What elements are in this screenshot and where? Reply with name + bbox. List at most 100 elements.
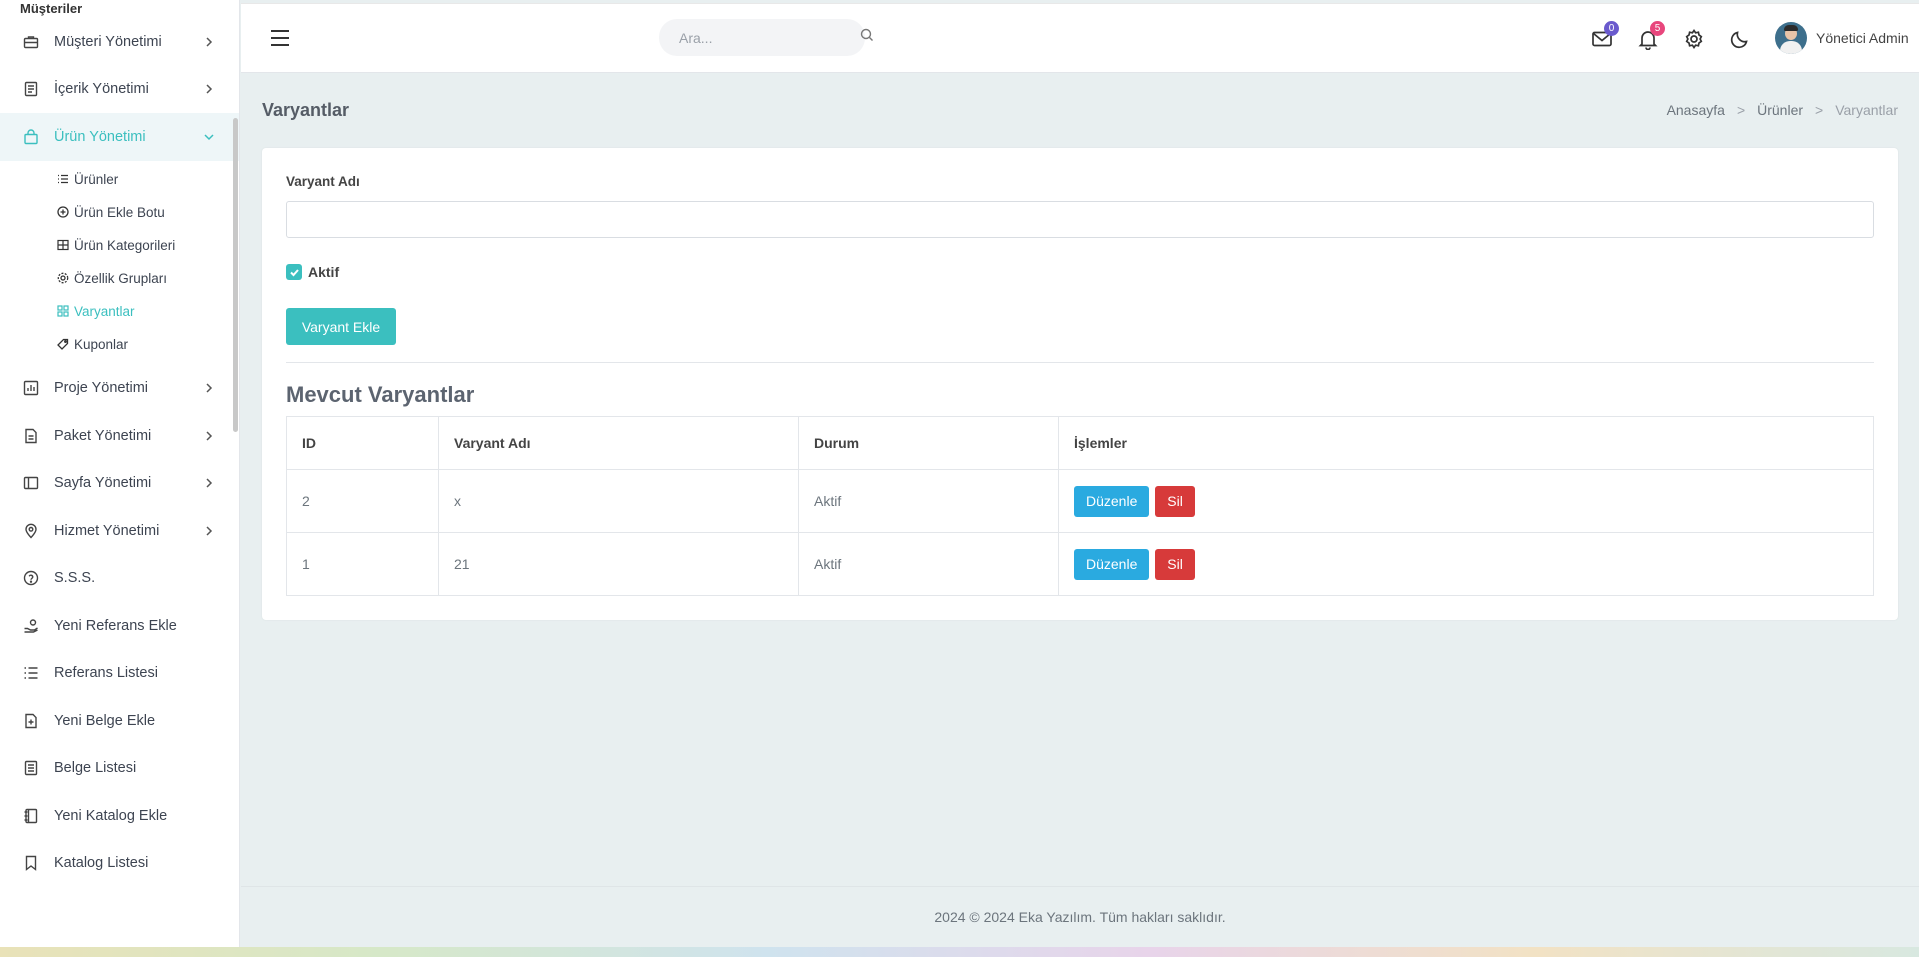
settings-button[interactable] xyxy=(1683,28,1705,50)
active-checkbox-row[interactable]: Aktif xyxy=(286,264,339,280)
cell-actions: Düzenle Sil xyxy=(1058,469,1874,533)
submenu-item-label: Ürün Ekle Botu xyxy=(74,204,165,220)
edit-button[interactable]: Düzenle xyxy=(1074,548,1150,580)
column-header-status: Durum xyxy=(798,416,1059,470)
document-icon xyxy=(22,80,40,98)
variant-card: Varyant Adı Aktif Varyant Ekle Mevcut Va… xyxy=(262,148,1898,620)
tag-icon xyxy=(56,337,70,351)
file-text-icon xyxy=(22,759,40,777)
file-icon xyxy=(22,427,40,445)
footer-copyright: 2024 © 2024 Eka Yazılım. Tüm hakları sak… xyxy=(934,909,1226,925)
submenu-item-ozellik-gruplari[interactable]: Özellik Grupları xyxy=(0,262,239,295)
sidebar-item-label: Ürün Yönetimi xyxy=(54,128,146,145)
location-pin-icon xyxy=(22,522,40,540)
chevron-right-icon xyxy=(203,430,215,442)
cell-variant-name: x xyxy=(438,469,799,533)
cell-status: Aktif xyxy=(798,532,1059,596)
edit-button[interactable]: Düzenle xyxy=(1074,485,1150,517)
submenu-item-kuponlar[interactable]: Kuponlar xyxy=(0,328,239,361)
add-variant-button[interactable]: Varyant Ekle xyxy=(286,308,396,345)
mail-icon xyxy=(1591,31,1613,54)
moon-icon xyxy=(1729,31,1751,54)
variant-name-label: Varyant Adı xyxy=(286,174,360,189)
breadcrumb-current: Varyantlar xyxy=(1835,102,1898,118)
cell-variant-name: 21 xyxy=(438,532,799,596)
column-header-variant-name: Varyant Adı xyxy=(438,416,799,470)
sidebar-item-referans-listesi[interactable]: Referans Listesi xyxy=(0,650,239,698)
chart-icon xyxy=(22,379,40,397)
table-header-row: ID Varyant Adı Durum İşlemler xyxy=(286,416,1874,470)
file-plus-icon xyxy=(22,712,40,730)
breadcrumb-home[interactable]: Anasayfa xyxy=(1667,102,1725,118)
delete-button[interactable]: Sil xyxy=(1155,485,1195,517)
submenu-item-label: Ürün Kategorileri xyxy=(74,237,176,253)
taskbar-strip xyxy=(0,947,1919,957)
sidebar-item-icerik-yonetimi[interactable]: İçerik Yönetimi xyxy=(0,66,239,114)
sidebar-item-sayfa-yonetimi[interactable]: Sayfa Yönetimi xyxy=(0,460,239,508)
top-header: 0 5 Yönetici Admin xyxy=(241,3,1919,73)
submenu-item-varyantlar[interactable]: Varyantlar xyxy=(0,295,239,328)
sidebar-item-urun-yonetimi[interactable]: Ürün Yönetimi xyxy=(0,113,239,161)
notification-count-badge: 5 xyxy=(1650,21,1665,36)
user-menu[interactable]: Yönetici Admin xyxy=(1775,22,1909,54)
variant-name-input[interactable] xyxy=(286,201,1874,238)
sidebar-item-belge-listesi[interactable]: Belge Listesi xyxy=(0,745,239,793)
sidebar-item-yeni-katalog-ekle[interactable]: Yeni Katalog Ekle xyxy=(0,792,239,840)
sidebar-item-label: S.S.S. xyxy=(54,570,96,587)
sidebar-item-katalog-listesi[interactable]: Katalog Listesi xyxy=(0,840,239,888)
avatar xyxy=(1775,22,1807,54)
sidebar-section-title: Müşteriler xyxy=(20,1,83,16)
cell-id: 2 xyxy=(286,469,439,533)
sidebar-item-proje-yonetimi[interactable]: Proje Yönetimi xyxy=(0,365,239,413)
submenu-item-label: Kuponlar xyxy=(74,336,129,352)
sidebar-item-label: Yeni Referans Ekle xyxy=(54,617,177,634)
page-title: Varyantlar xyxy=(262,100,350,120)
user-name: Yönetici Admin xyxy=(1816,30,1909,46)
breadcrumb-separator: > xyxy=(1815,102,1824,118)
submenu-item-urun-ekle-botu[interactable]: Ürün Ekle Botu xyxy=(0,196,239,229)
mail-button[interactable]: 0 xyxy=(1591,21,1619,50)
sidebar-item-label: Yeni Katalog Ekle xyxy=(54,807,168,824)
cell-status: Aktif xyxy=(798,469,1059,533)
divider xyxy=(286,362,1874,363)
plus-circle-icon xyxy=(56,205,70,219)
notifications-button[interactable]: 5 xyxy=(1637,21,1665,51)
variants-table: ID Varyant Adı Durum İşlemler 2 x Aktif … xyxy=(286,416,1874,596)
active-checkbox[interactable] xyxy=(286,264,302,280)
sidebar-item-musteri-yonetimi[interactable]: Müşteri Yönetimi xyxy=(0,18,239,66)
dark-mode-toggle[interactable] xyxy=(1729,28,1751,50)
sidebar-item-paket-yonetimi[interactable]: Paket Yönetimi xyxy=(0,412,239,460)
sidebar-item-sss[interactable]: S.S.S. xyxy=(0,555,239,603)
bookmark-icon xyxy=(22,854,40,872)
table-row: 1 21 Aktif Düzenle Sil xyxy=(286,532,1874,596)
layout-icon xyxy=(22,474,40,492)
submenu-item-urunler[interactable]: Ürünler xyxy=(0,163,239,196)
search-box xyxy=(659,19,873,56)
sidebar-item-label: Referans Listesi xyxy=(54,665,158,682)
sidebar-item-label: Belge Listesi xyxy=(54,760,137,777)
table-row: 2 x Aktif Düzenle Sil xyxy=(286,469,1874,533)
existing-variants-title: Mevcut Varyantlar xyxy=(286,382,475,407)
sidebar-item-yeni-referans-ekle[interactable]: Yeni Referans Ekle xyxy=(0,602,239,650)
chevron-right-icon xyxy=(203,525,215,537)
submenu-item-urun-kategorileri[interactable]: Ürün Kategorileri xyxy=(0,229,239,262)
sidebar-item-label: Müşteri Yönetimi xyxy=(54,33,162,50)
mail-count-badge: 0 xyxy=(1604,21,1619,36)
sidebar-scrollbar[interactable] xyxy=(233,118,238,432)
search-input[interactable] xyxy=(679,29,860,46)
active-checkbox-label: Aktif xyxy=(308,264,340,280)
grid-icon xyxy=(56,238,70,252)
sidebar-item-yeni-belge-ekle[interactable]: Yeni Belge Ekle xyxy=(0,697,239,745)
sidebar-item-hizmet-yonetimi[interactable]: Hizmet Yönetimi xyxy=(0,507,239,555)
search-icon[interactable] xyxy=(860,28,874,47)
breadcrumb-urunler[interactable]: Ürünler xyxy=(1757,102,1803,118)
settings-icon xyxy=(56,271,70,285)
delete-button[interactable]: Sil xyxy=(1155,548,1195,580)
submenu-item-label: Özellik Grupları xyxy=(74,270,168,286)
menu-toggle-icon[interactable] xyxy=(269,29,291,47)
submenu-item-label: Ürünler xyxy=(74,171,119,187)
chevron-down-icon xyxy=(203,131,215,143)
chevron-right-icon xyxy=(203,83,215,95)
chevron-right-icon xyxy=(203,36,215,48)
chevron-right-icon xyxy=(203,382,215,394)
